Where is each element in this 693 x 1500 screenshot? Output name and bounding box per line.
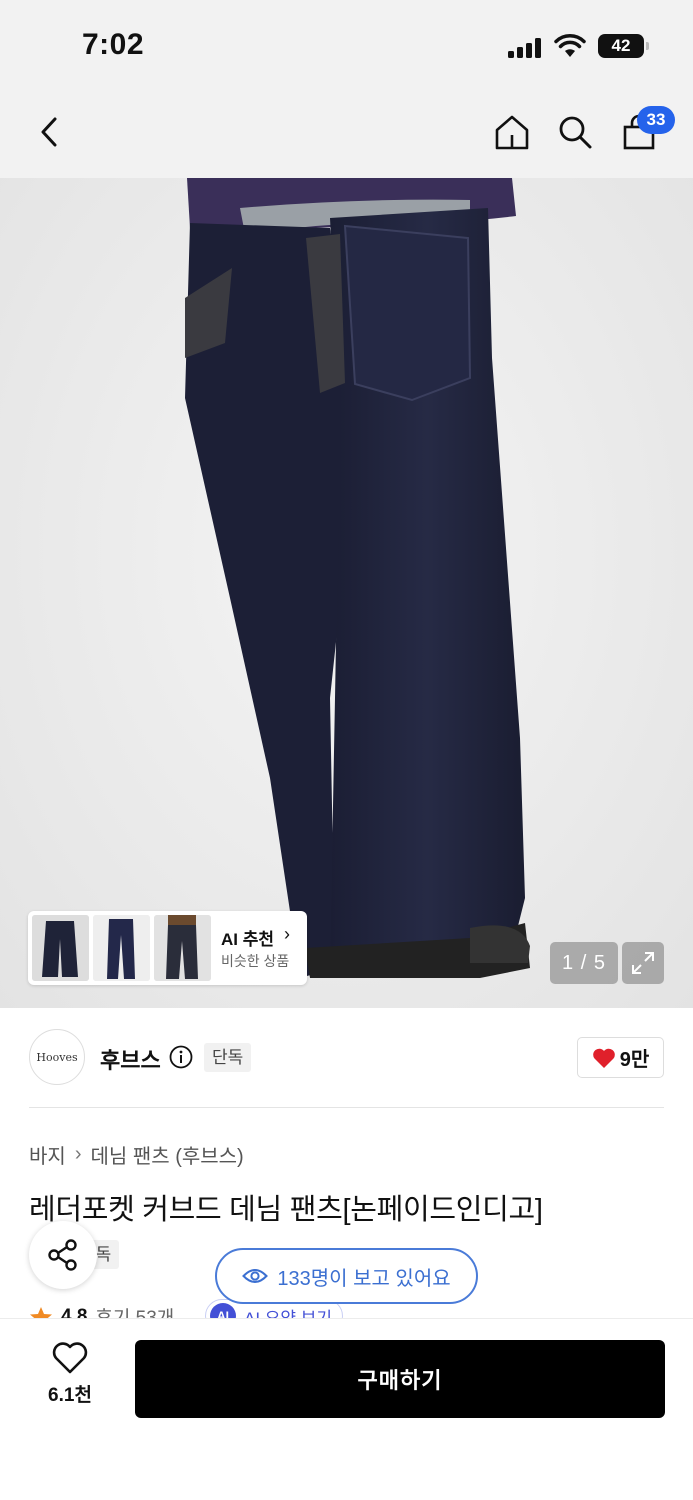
- eye-icon: [242, 1269, 269, 1283]
- breadcrumb-subcategory[interactable]: 데님 팬츠 (후브스): [90, 1140, 243, 1169]
- viewers-text: 133명이 보고 있어요: [277, 1267, 451, 1290]
- ai-recommend-subtitle: 비슷한 상품: [221, 953, 290, 969]
- viewers-notice: 133명이 보고 있어요: [215, 1248, 478, 1304]
- ai-recommend-title: AI 추천: [221, 930, 275, 949]
- brand-like-count: 9만: [619, 1049, 650, 1071]
- product-photo-jeans: [185, 178, 530, 978]
- search-icon[interactable]: [553, 110, 597, 154]
- cellular-signal-icon: [508, 38, 542, 58]
- status-time: 7:02: [82, 28, 145, 61]
- brand-logo-text: Hooves: [36, 1050, 78, 1064]
- heart-outline-icon: [52, 1342, 88, 1374]
- similar-item-thumbnail[interactable]: [154, 915, 211, 981]
- share-button[interactable]: [29, 1221, 97, 1289]
- exclusive-tag: 단독: [204, 1043, 252, 1072]
- brand-like-button[interactable]: 9만: [577, 1037, 664, 1078]
- home-icon[interactable]: [490, 110, 534, 154]
- product-title: 레더포켓 커브드 데님 팬츠[논페이드인디고]: [29, 1194, 543, 1226]
- brand-name[interactable]: 후브스: [100, 1043, 161, 1075]
- product-image-gallery[interactable]: 1 / 5: [0, 178, 693, 1008]
- buy-button[interactable]: 구매하기: [135, 1340, 665, 1418]
- battery-cap: [646, 42, 649, 50]
- battery-icon: 42: [598, 34, 644, 58]
- status-bar: 7:02 42: [0, 0, 693, 92]
- similar-item-thumbnail[interactable]: [93, 915, 150, 981]
- heart-filled-icon: [592, 1048, 615, 1068]
- nav-bar: [0, 92, 693, 178]
- image-counter: 1 / 5: [550, 942, 618, 984]
- wifi-icon: [554, 34, 586, 57]
- ai-recommend-card[interactable]: AI 추천 › 비슷한 상품: [28, 911, 307, 985]
- breadcrumb-category[interactable]: 바지: [29, 1140, 66, 1169]
- wishlist-count: 6.1천: [48, 1385, 92, 1406]
- chevron-right-icon: ›: [74, 1143, 82, 1165]
- wishlist-button[interactable]: 6.1천: [32, 1342, 108, 1412]
- share-icon: [48, 1239, 77, 1271]
- cart-count-badge: 33: [637, 106, 675, 134]
- info-icon[interactable]: [169, 1045, 193, 1069]
- back-chevron-icon[interactable]: [28, 110, 72, 154]
- breadcrumb: 바지 › 데님 팬츠 (후브스): [29, 1140, 244, 1169]
- brand-logo[interactable]: Hooves: [29, 1029, 85, 1085]
- expand-icon[interactable]: [622, 942, 664, 984]
- similar-item-thumbnail[interactable]: [32, 915, 89, 981]
- divider: [29, 1107, 664, 1108]
- chevron-right-icon: ›: [284, 924, 290, 944]
